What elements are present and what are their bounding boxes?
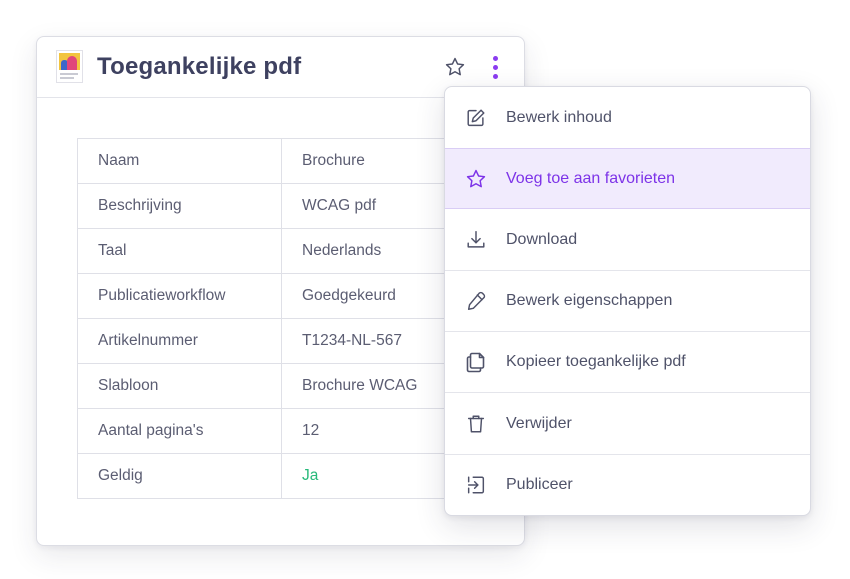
kebab-menu-icon[interactable] bbox=[483, 51, 507, 83]
menu-item-label: Verwijder bbox=[506, 414, 572, 432]
property-label: Aantal pagina's bbox=[77, 408, 282, 454]
favorite-button[interactable] bbox=[441, 53, 469, 81]
property-label: Publicatieworkflow bbox=[77, 273, 282, 319]
property-label: Beschrijving bbox=[77, 183, 282, 229]
property-label: Artikelnummer bbox=[77, 318, 282, 364]
menu-item-label: Voeg toe aan favorieten bbox=[506, 169, 676, 187]
menu-item-label: Publiceer bbox=[506, 475, 573, 493]
card-title: Toegankelijke pdf bbox=[97, 53, 302, 80]
download-icon bbox=[464, 228, 488, 252]
menu-item-edit-content[interactable]: Bewerk inhoud bbox=[445, 87, 810, 148]
menu-item-label: Download bbox=[506, 230, 578, 248]
pen-icon bbox=[464, 289, 488, 313]
publish-icon bbox=[464, 473, 488, 497]
menu-item-label: Bewerk eigenschappen bbox=[506, 292, 673, 310]
context-menu: Bewerk inhoud Voeg toe aan favorieten Do… bbox=[444, 86, 811, 516]
menu-item-copy-pdf[interactable]: Kopieer toegankelijke pdf bbox=[445, 331, 810, 392]
copy-icon bbox=[464, 350, 488, 374]
property-label: Geldig bbox=[77, 453, 282, 499]
trash-icon bbox=[464, 412, 488, 436]
property-label: Taal bbox=[77, 228, 282, 274]
menu-item-edit-properties[interactable]: Bewerk eigenschappen bbox=[445, 270, 810, 331]
property-label: Naam bbox=[77, 138, 282, 184]
menu-item-download[interactable]: Download bbox=[445, 209, 810, 270]
menu-item-add-favorite[interactable]: Voeg toe aan favorieten bbox=[445, 148, 810, 210]
menu-item-label: Bewerk inhoud bbox=[506, 108, 612, 126]
menu-item-label: Kopieer toegankelijke pdf bbox=[506, 353, 686, 371]
property-label: Slabloon bbox=[77, 363, 282, 409]
menu-item-delete[interactable]: Verwijder bbox=[445, 392, 810, 453]
menu-item-publish[interactable]: Publiceer bbox=[445, 453, 810, 515]
pdf-thumbnail-icon bbox=[56, 50, 83, 83]
star-outline-icon bbox=[445, 57, 465, 76]
star-icon bbox=[464, 167, 488, 191]
edit-icon bbox=[464, 106, 488, 130]
